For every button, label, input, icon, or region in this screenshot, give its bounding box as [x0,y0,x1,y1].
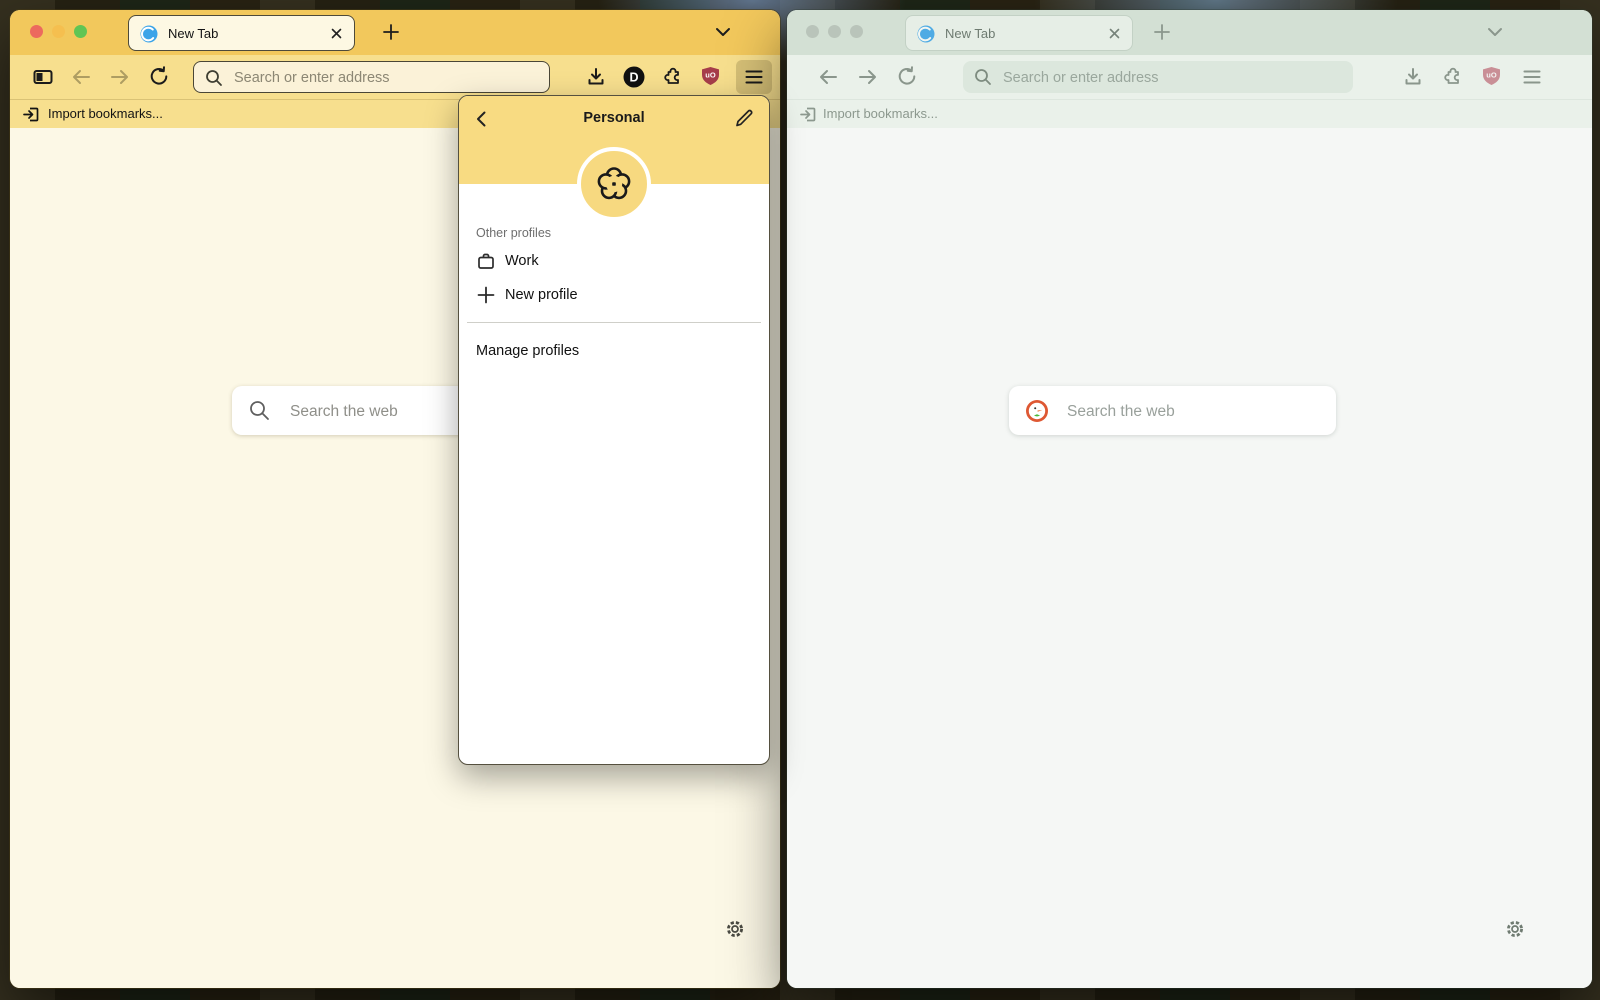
svg-text:uO: uO [1486,71,1497,80]
profile-name-title: Personal [459,110,769,126]
duckduckgo-favicon-icon [917,25,935,43]
profile-item-new-profile[interactable]: New profile [459,280,769,312]
minimize-window-button[interactable] [52,25,65,38]
profile-item-work[interactable]: Work [459,246,769,278]
profile-item-label: New profile [505,287,578,303]
extensions-puzzle-icon[interactable] [661,65,685,89]
forward-icon[interactable] [108,65,132,89]
profile-menu: Personal Other profiles Work [458,95,770,765]
reload-icon[interactable] [147,65,171,89]
tab-bar: New Tab [787,10,1592,56]
fire-clear-data-icon[interactable] [31,65,55,89]
close-window-button[interactable] [30,25,43,38]
ublock-shield-icon[interactable]: uO [1481,66,1502,88]
zoom-window-button[interactable] [74,25,87,38]
reload-icon[interactable] [895,65,919,89]
forward-icon[interactable] [856,65,880,89]
browser-window-secondary: New Tab [787,10,1592,988]
search-icon [204,68,224,88]
privacy-badge-icon[interactable]: D [623,66,645,88]
import-bookmarks-icon [22,105,41,124]
tab-title: New Tab [168,26,218,41]
tab-overflow-chevron-icon[interactable] [1485,25,1505,39]
briefcase-icon [475,250,497,272]
search-icon [973,67,993,87]
new-tab-page [787,128,1592,988]
other-profiles-label: Other profiles [476,226,551,240]
navigation-toolbar: D uO [10,55,780,99]
back-icon[interactable] [69,65,93,89]
tab-close-icon[interactable] [1108,27,1121,40]
ublock-shield-icon[interactable]: uO [700,66,721,88]
minimize-window-button[interactable] [828,25,841,38]
zoom-window-button[interactable] [850,25,863,38]
profile-item-label: Work [505,253,539,269]
import-bookmarks-link[interactable]: Import bookmarks... [823,106,938,121]
tab-close-icon[interactable] [330,27,343,40]
plus-icon [475,284,497,306]
back-icon[interactable] [816,65,840,89]
new-tab-button[interactable] [382,23,400,41]
duckduckgo-favicon-icon [140,25,158,43]
tab-overflow-chevron-icon[interactable] [713,25,733,39]
web-search-input[interactable] [1065,386,1319,437]
profile-avatar[interactable] [577,147,651,221]
address-input[interactable] [232,62,536,94]
menu-icon[interactable] [1521,66,1543,88]
bookmarks-bar: Import bookmarks... [787,99,1592,130]
menu-divider [467,322,761,323]
duckduckgo-logo-icon [1025,399,1049,423]
downloads-icon[interactable] [584,65,608,89]
address-bar[interactable] [963,61,1353,93]
edit-pencil-icon[interactable] [733,107,755,129]
svg-text:D: D [629,71,638,85]
settings-gear-icon[interactable] [1504,918,1526,940]
import-bookmarks-icon [799,105,818,124]
menu-button[interactable] [736,60,772,94]
settings-gear-icon[interactable] [724,918,746,940]
tab-new-tab[interactable]: New Tab [905,15,1133,51]
search-icon [248,399,271,422]
manage-profiles-label: Manage profiles [476,343,579,359]
new-tab-button[interactable] [1153,23,1171,41]
flower-icon [593,163,635,205]
close-window-button[interactable] [806,25,819,38]
extensions-puzzle-icon[interactable] [1441,65,1465,89]
address-input[interactable] [1001,61,1305,95]
import-bookmarks-link[interactable]: Import bookmarks... [48,106,163,121]
downloads-icon[interactable] [1401,65,1425,89]
manage-profiles-item[interactable]: Manage profiles [459,336,769,368]
svg-text:uO: uO [705,71,716,80]
web-search-box[interactable] [1009,386,1336,435]
tab-new-tab[interactable]: New Tab [128,15,355,51]
tab-bar: New Tab [10,10,780,56]
address-bar[interactable] [193,61,550,93]
tab-title: New Tab [945,26,995,41]
navigation-toolbar: uO [787,55,1592,99]
